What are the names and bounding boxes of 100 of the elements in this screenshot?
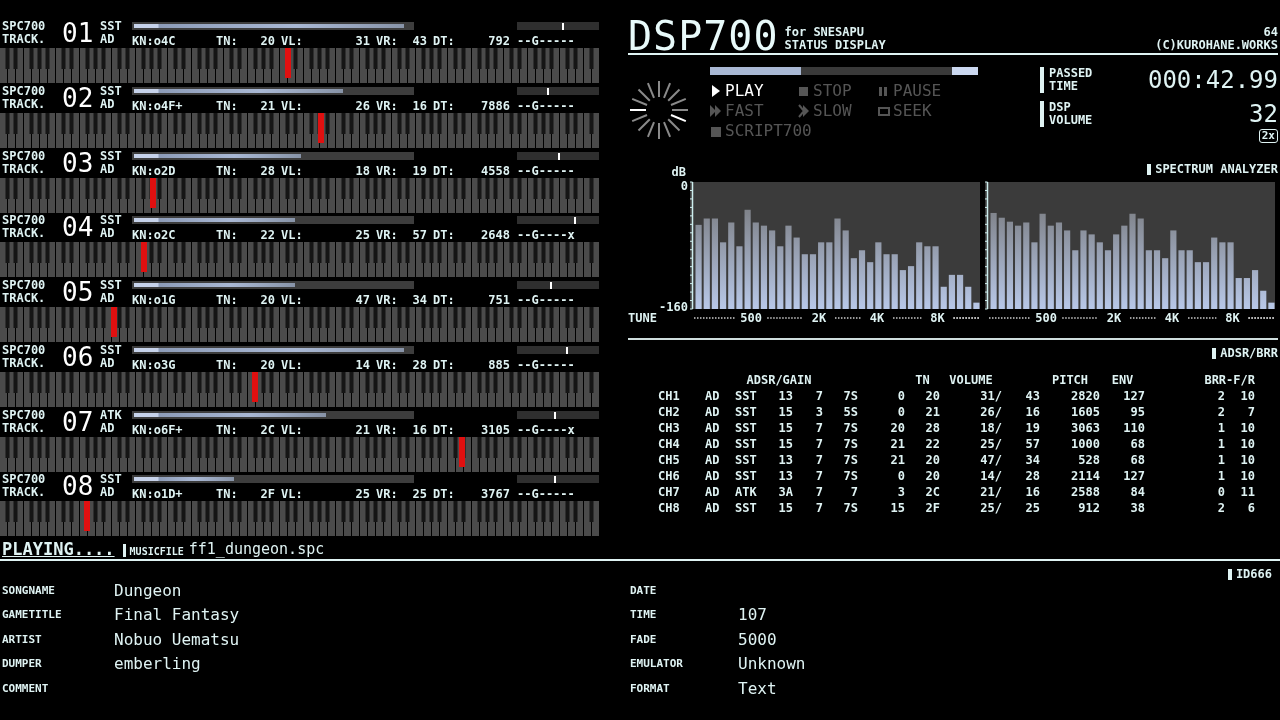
copyright-text: (C)KUROHANE.WORKS (1155, 39, 1278, 52)
table-cell-text: 13 (777, 468, 793, 484)
field-value: 21 (355, 423, 370, 437)
play-button[interactable]: PLAY (710, 81, 764, 101)
pause-icon (878, 84, 890, 98)
channel-label: CH2 (658, 404, 681, 420)
stop-icon (798, 84, 810, 98)
field-label: VL: (281, 294, 303, 307)
envelope-mode: SST (100, 473, 123, 487)
table-cell-text: 15 (777, 500, 793, 516)
speed-badge: 2x (1258, 129, 1278, 143)
field-label: DT: (433, 423, 455, 437)
field-label: VL: (281, 229, 303, 243)
table-cell-text: 21/ (979, 484, 1002, 500)
field-label: KN: (132, 294, 154, 307)
table-cell-text: 127 (1122, 468, 1145, 484)
table-cell-text: 7 (814, 500, 823, 516)
pause-button[interactable]: PAUSE (878, 81, 942, 101)
field-value: 28 (260, 164, 275, 178)
table-cell-text: 7 (814, 436, 823, 452)
chip-label: SPC700 (2, 473, 47, 487)
fast-button[interactable]: FAST (710, 101, 764, 121)
table-cell-text: 6 (1246, 500, 1255, 516)
table-cell-text: 16 (1024, 404, 1040, 420)
field-label: VR: (376, 229, 398, 243)
channel-label: CH7 (658, 484, 681, 500)
table-cell-text: 2 (1216, 404, 1225, 420)
track-number: 01 (62, 20, 95, 48)
channel-label: CH3 (658, 420, 681, 436)
field-value: 16 (412, 423, 427, 437)
field-value: 2F (260, 488, 275, 502)
field-value: 25 (412, 488, 427, 502)
logo-text: DSP700 (628, 20, 779, 52)
section-title: SPECTRUM ANALYZER (1155, 162, 1278, 176)
table-cell-text: 7S (842, 468, 858, 484)
field-label: KN: (132, 229, 154, 243)
chip-label: SPC700 (2, 149, 47, 163)
table-cell-text: 15 (777, 420, 793, 436)
field-label: KN: (132, 488, 154, 502)
table-cell-text: 3A (777, 484, 793, 500)
table-cell-text: 127 (1122, 388, 1145, 404)
table-cell-text: AD (705, 452, 721, 468)
table-cell-text: 43 (1024, 388, 1040, 404)
table-cell-text: 7 (1246, 404, 1255, 420)
table-cell-text: 10 (1239, 452, 1255, 468)
field-label: VL: (281, 164, 303, 178)
table-cell-text: 26/ (979, 404, 1002, 420)
field-label: VR: (376, 358, 398, 372)
field-value: o4C (153, 35, 176, 48)
info-label: COMMENT (2, 681, 50, 695)
table-cell-text: 1000 (1070, 436, 1100, 452)
subtitle: STATUS DISPLAY (784, 39, 886, 52)
table-cell-text: 1 (1216, 468, 1225, 484)
axis-label: -160 (659, 300, 688, 314)
script-button[interactable]: SCRIPT700 (710, 121, 812, 141)
field-label: TN: (216, 488, 238, 502)
stop-button[interactable]: STOP (798, 81, 852, 101)
field-value: 22 (260, 229, 275, 243)
passed-label: PASSED (1049, 67, 1094, 80)
pan-readout: --G----- (517, 99, 576, 113)
column-header: PITCH (1051, 372, 1089, 388)
fast-icon (710, 104, 722, 118)
pan-readout: --G----- (517, 488, 576, 502)
field-label: VL: (281, 358, 303, 372)
table-cell-text: AD (705, 436, 721, 452)
column-header: BRR-F/R (1204, 372, 1255, 388)
track-number: 04 (62, 214, 95, 243)
column-header: ADSR/GAIN (746, 372, 812, 388)
field-label: KN: (132, 35, 154, 48)
table-cell-text: 28 (1024, 468, 1040, 484)
chip-label: SPC700 (2, 84, 47, 98)
seek-button[interactable]: SEEK (878, 101, 932, 121)
axis-label: TUNE (628, 311, 657, 323)
table-cell-text: 34 (1024, 452, 1040, 468)
field-label: DT: (433, 229, 455, 243)
field-value: o6F+ (153, 423, 183, 437)
field-label: VR: (376, 164, 398, 178)
pan-readout: --G----- (517, 164, 576, 178)
field-label: VR: (376, 423, 398, 437)
slow-button[interactable]: SLOW (798, 101, 852, 121)
field-label: VL: (281, 99, 303, 113)
info-label: TIME (630, 608, 658, 622)
field-value: 19 (412, 164, 427, 178)
file-name: ff1_dungeon.spc (188, 540, 325, 559)
table-cell-text: 7S (842, 420, 858, 436)
envelope-mode: SST (100, 149, 123, 163)
column-header: VOLUME (949, 372, 993, 388)
field-value: 25 (355, 488, 370, 502)
slow-icon (798, 104, 810, 118)
table-cell-text: 2588 (1070, 484, 1100, 500)
field-label: DT: (433, 294, 455, 307)
field-label: TN: (216, 35, 238, 48)
table-cell-text: 0 (896, 468, 905, 484)
field-label: VL: (281, 488, 303, 502)
table-cell-text: 68 (1129, 452, 1145, 468)
table-cell-text: 38 (1129, 500, 1145, 516)
pan-readout: --G----x (517, 229, 576, 243)
envelope-mode: SST (100, 84, 123, 98)
field-label: VR: (376, 488, 398, 502)
field-value: 34 (412, 294, 427, 307)
